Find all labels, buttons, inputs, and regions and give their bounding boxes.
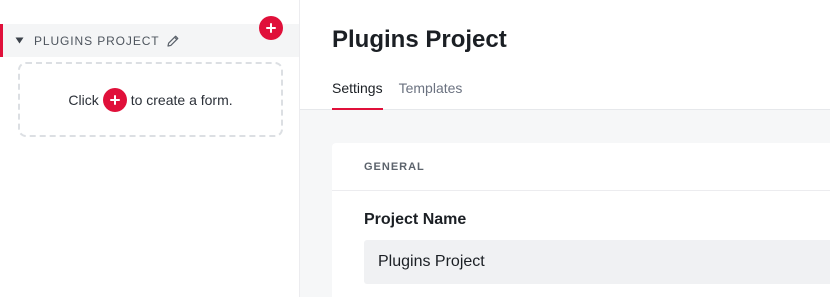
empty-forms-placeholder: Click to create a form. xyxy=(18,62,283,137)
sidebar-project-item[interactable]: PLUGINS PROJECT xyxy=(0,24,299,57)
plus-icon xyxy=(266,23,276,33)
plus-icon xyxy=(109,94,120,105)
app-window: PLUGINS PROJECT Click to create a form. … xyxy=(0,0,830,297)
page-header: Plugins Project Settings Templates xyxy=(300,0,830,110)
section-heading: GENERAL xyxy=(332,143,830,191)
project-name-input[interactable] xyxy=(364,240,830,284)
empty-state-prefix: Click xyxy=(68,91,99,108)
main-content: Plugins Project Settings Templates GENER… xyxy=(300,0,830,297)
caret-down-icon[interactable] xyxy=(15,36,24,45)
project-name-field-label: Project Name xyxy=(364,211,467,228)
pencil-icon[interactable] xyxy=(166,34,180,48)
sidebar: PLUGINS PROJECT Click to create a form. xyxy=(0,0,300,297)
plus-circle-icon[interactable] xyxy=(102,87,127,112)
tab-bar: Settings Templates xyxy=(332,80,478,110)
tab-settings[interactable]: Settings xyxy=(332,80,383,110)
settings-card: GENERAL Project Name xyxy=(332,143,830,297)
page-title: Plugins Project xyxy=(332,26,507,53)
empty-state-suffix: to create a form. xyxy=(130,91,233,108)
tab-templates[interactable]: Templates xyxy=(399,80,463,110)
project-name-label: PLUGINS PROJECT xyxy=(34,33,160,48)
add-form-button[interactable] xyxy=(259,16,283,40)
